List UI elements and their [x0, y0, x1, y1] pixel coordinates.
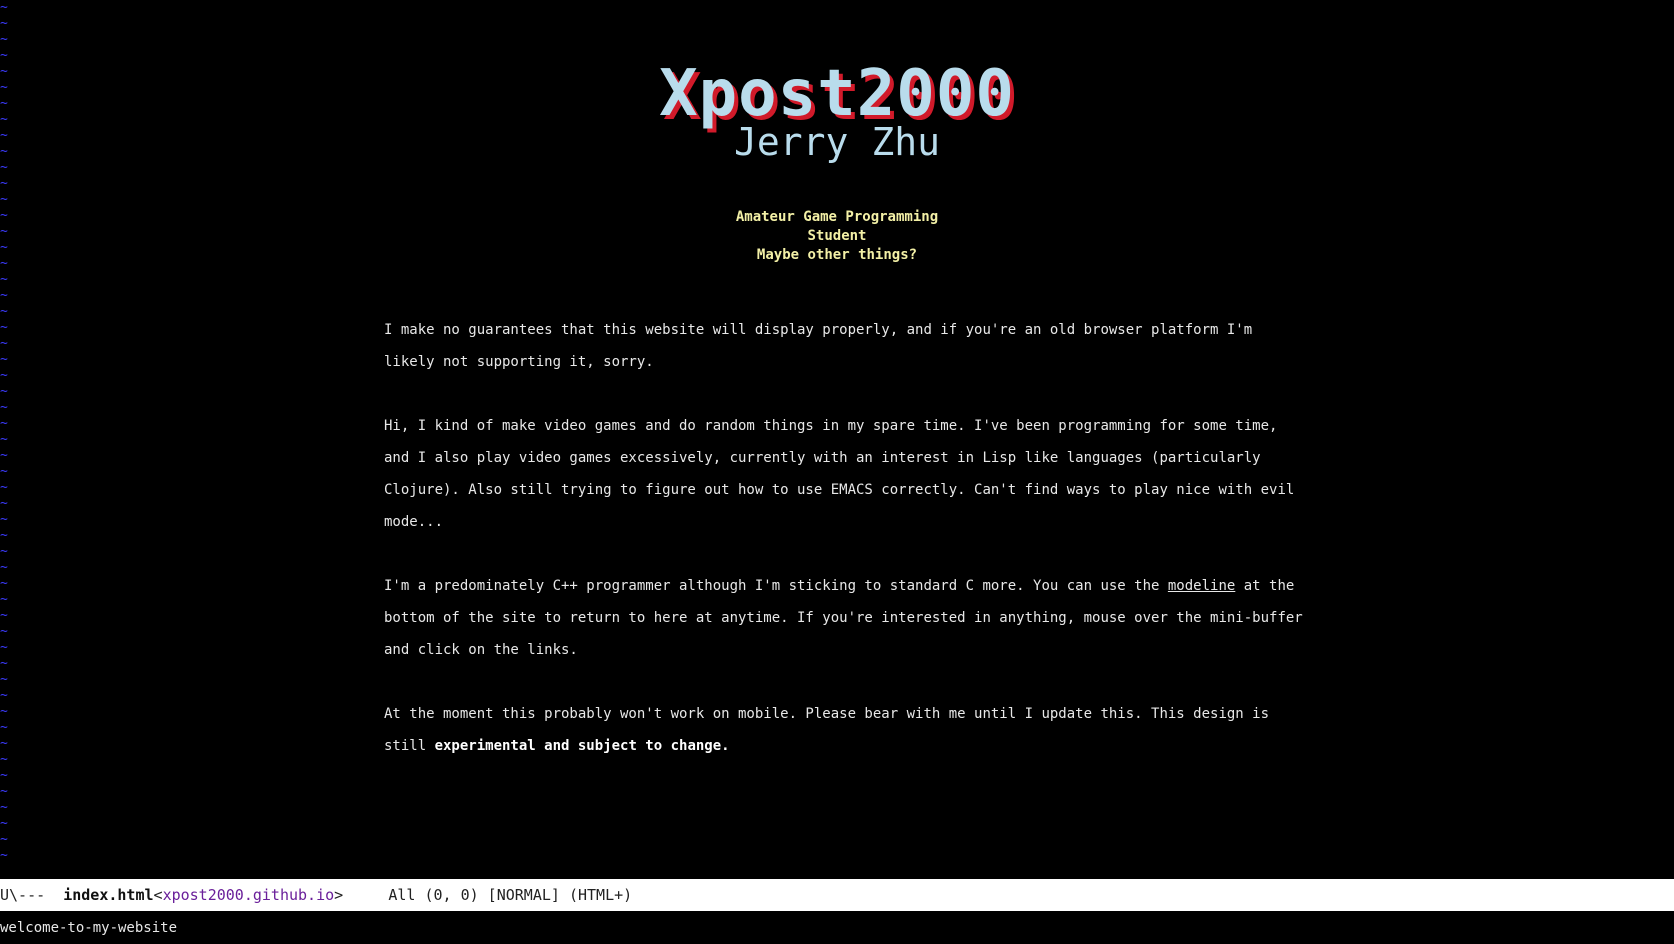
mobile-notice-paragraph: At the moment this probably won't work o…: [384, 698, 1304, 762]
site-header: Xpost2000 Jerry Zhu: [0, 58, 1674, 162]
tilde-marker: ~: [0, 336, 8, 351]
modeline[interactable]: U\--- index.html<xpost2000.github.io> Al…: [0, 879, 1674, 911]
tilde-marker: ~: [0, 640, 8, 655]
tilde-marker: ~: [0, 320, 8, 335]
tilde-marker: ~: [0, 192, 8, 207]
paragraph-text: I'm a predominately C++ programmer altho…: [384, 578, 1168, 594]
tilde-marker: ~: [0, 0, 8, 15]
tilde-marker: ~: [0, 448, 8, 463]
minibuffer-text[interactable]: welcome-to-my-website: [0, 920, 177, 936]
tilde-marker: ~: [0, 848, 8, 863]
tilde-marker: ~: [0, 624, 8, 639]
tilde-marker: ~: [0, 464, 8, 479]
tilde-marker: ~: [0, 496, 8, 511]
tilde-marker: ~: [0, 304, 8, 319]
tilde-marker: ~: [0, 544, 8, 559]
intro-paragraph: Hi, I kind of make video games and do ra…: [384, 418, 1295, 530]
tilde-marker: ~: [0, 592, 8, 607]
tilde-marker: ~: [0, 736, 8, 751]
modeline-status: All (0, 0) [NORMAL] (HTML+): [343, 886, 633, 904]
tilde-marker: ~: [0, 400, 8, 415]
author-name: Jerry Zhu: [734, 120, 940, 164]
tilde-marker: ~: [0, 720, 8, 735]
tilde-marker: ~: [0, 816, 8, 831]
tilde-marker: ~: [0, 16, 8, 31]
tilde-marker: ~: [0, 368, 8, 383]
tagline-item: Amateur Game Programming: [735, 209, 939, 225]
tilde-marker: ~: [0, 672, 8, 687]
tilde-marker: ~: [0, 608, 8, 623]
tilde-marker: ~: [0, 576, 8, 591]
tagline-item: Maybe other things?: [756, 247, 918, 263]
tagline-item: Student: [807, 228, 867, 244]
minibuffer[interactable]: welcome-to-my-website: [0, 911, 1674, 944]
tilde-marker: ~: [0, 832, 8, 847]
tilde-marker: ~: [0, 528, 8, 543]
tilde-marker: ~: [0, 352, 8, 367]
tilde-marker: ~: [0, 560, 8, 575]
tilde-marker: ~: [0, 688, 8, 703]
tilde-marker: ~: [0, 416, 8, 431]
tilde-marker: ~: [0, 784, 8, 799]
tilde-marker: ~: [0, 288, 8, 303]
tilde-marker: ~: [0, 32, 8, 47]
host-name[interactable]: xpost2000.github.io: [163, 886, 335, 904]
tilde-marker: ~: [0, 768, 8, 783]
tilde-marker: ~: [0, 800, 8, 815]
main-content: I make no guarantees that this website w…: [384, 314, 1304, 794]
tilde-marker: ~: [0, 752, 8, 767]
tilde-marker: ~: [0, 480, 8, 495]
tilde-marker: ~: [0, 432, 8, 447]
tilde-marker: ~: [0, 160, 8, 175]
tilde-marker: ~: [0, 512, 8, 527]
tilde-marker: ~: [0, 176, 8, 191]
disclaimer-paragraph: I make no guarantees that this website w…: [384, 322, 1253, 370]
programming-paragraph: I'm a predominately C++ programmer altho…: [384, 570, 1304, 666]
tilde-marker: ~: [0, 704, 8, 719]
modeline-prefix: U\---: [0, 886, 64, 904]
tilde-marker: ~: [0, 656, 8, 671]
tagline-list: Amateur Game Programming Student Maybe o…: [0, 208, 1674, 265]
host-bracket-close: >: [334, 886, 344, 904]
tilde-marker: ~: [0, 384, 8, 399]
modeline-link[interactable]: modeline: [1168, 578, 1235, 594]
buffer-name[interactable]: index.html: [63, 886, 153, 904]
host-bracket-open: <: [153, 886, 163, 904]
emphasis-text: experimental and subject to change.: [434, 738, 730, 754]
tilde-marker: ~: [0, 272, 8, 287]
